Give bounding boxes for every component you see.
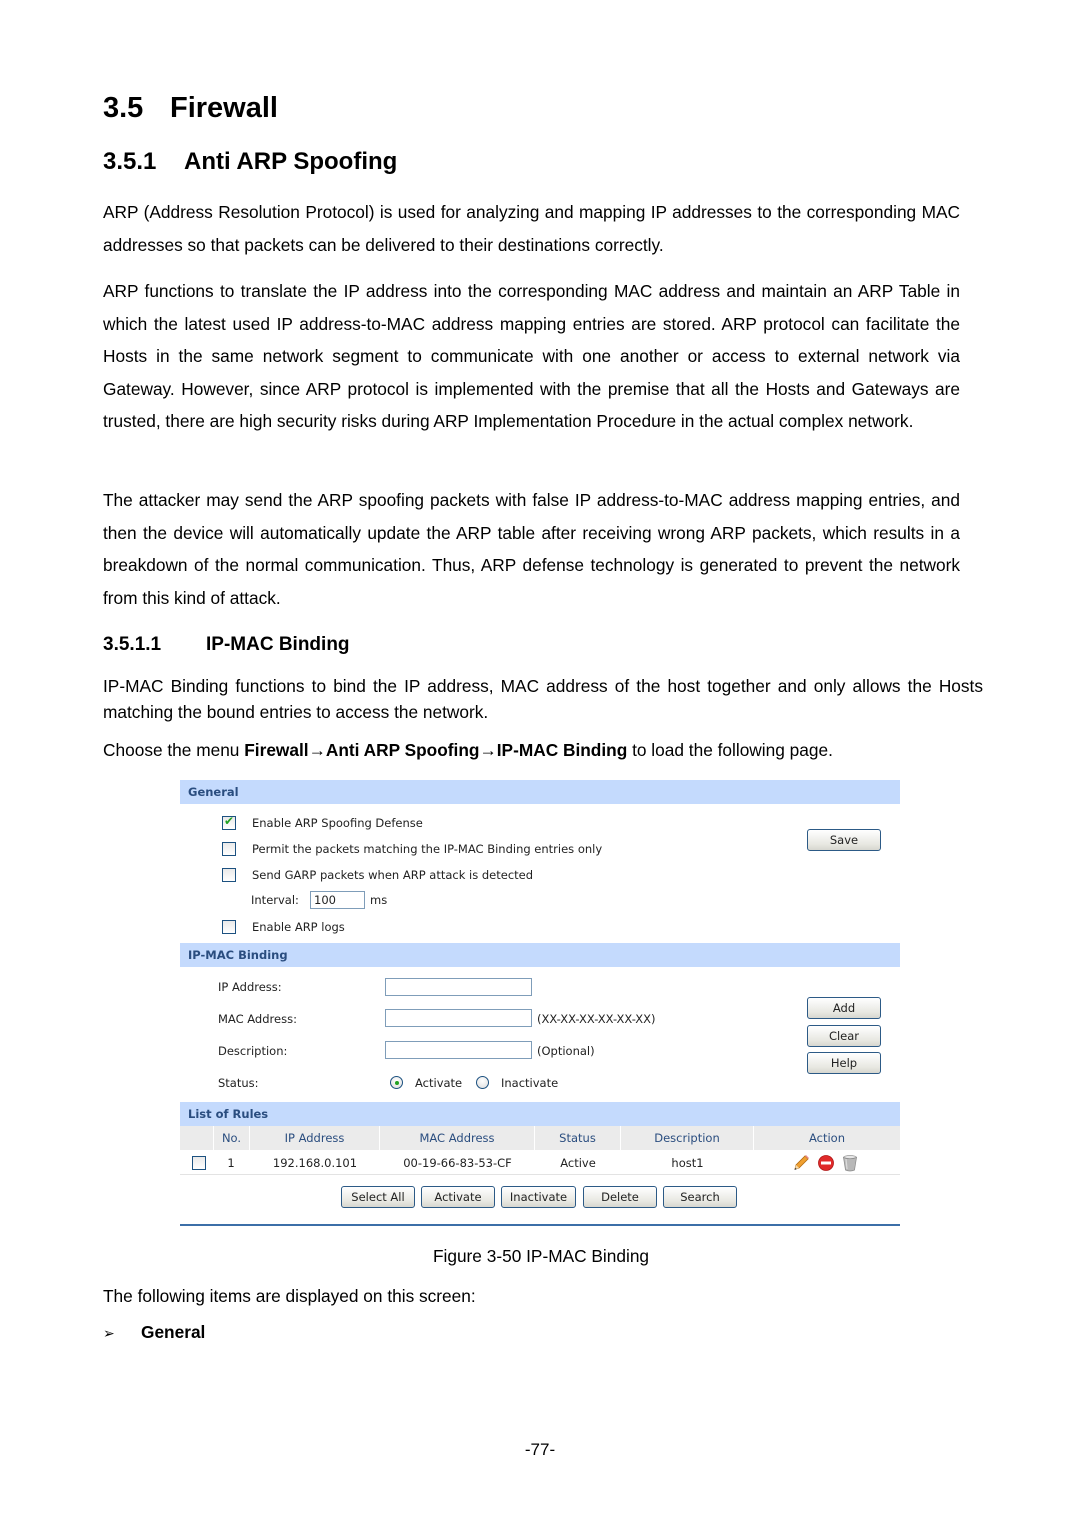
menu-path-suffix: to load the following page. bbox=[627, 740, 833, 760]
delete-trash-icon[interactable] bbox=[841, 1154, 859, 1172]
ip-address-input[interactable] bbox=[385, 978, 532, 996]
clear-button[interactable]: Clear bbox=[807, 1025, 881, 1047]
ipmac-binding-screen: General Enable ARP Spoofing Defense Perm… bbox=[180, 780, 900, 1226]
subsubsection-heading: 3.5.1.1 IP-MAC Binding bbox=[103, 634, 350, 656]
description-input[interactable] bbox=[385, 1041, 532, 1059]
add-button[interactable]: Add bbox=[807, 997, 881, 1019]
mac-format-hint: (XX-XX-XX-XX-XX-XX) bbox=[537, 1012, 656, 1026]
table-row: 1 192.168.0.101 00-19-66-83-53-CF Active… bbox=[180, 1151, 900, 1175]
status-inactivate-label: Inactivate bbox=[501, 1076, 559, 1090]
ip-address-label: IP Address: bbox=[218, 980, 282, 994]
menu-path: Firewall→Anti ARP Spoofing→IP-MAC Bindin… bbox=[244, 740, 628, 760]
delete-button[interactable]: Delete bbox=[583, 1186, 657, 1208]
mac-address-input[interactable] bbox=[385, 1009, 532, 1027]
row-select-checkbox[interactable] bbox=[192, 1156, 206, 1170]
column-header-select bbox=[180, 1126, 214, 1150]
column-header-no: No. bbox=[214, 1126, 250, 1150]
menu-path-prefix: Choose the menu bbox=[103, 740, 245, 760]
mac-address-label: MAC Address: bbox=[218, 1012, 297, 1026]
enable-arp-spoofing-defense-label: Enable ARP Spoofing Defense bbox=[252, 816, 423, 830]
edit-pencil-icon[interactable] bbox=[792, 1154, 810, 1172]
column-header-mac-address: MAC Address bbox=[380, 1126, 535, 1150]
section-heading: 3.5 Firewall bbox=[103, 92, 278, 125]
send-garp-checkbox[interactable] bbox=[222, 868, 236, 882]
figure-caption-text: Figure 3-50 IP-MAC Binding bbox=[432, 1246, 650, 1266]
section-number: 3.5 bbox=[103, 92, 144, 124]
row-description: host1 bbox=[671, 1156, 704, 1170]
help-button[interactable]: Help bbox=[807, 1052, 881, 1074]
select-all-button[interactable]: Select All bbox=[341, 1186, 415, 1208]
column-header-status: Status bbox=[535, 1126, 621, 1150]
enable-arp-spoofing-defense-checkbox[interactable] bbox=[222, 814, 236, 830]
rules-table-header: No. IP Address MAC Address Status Descri… bbox=[180, 1126, 900, 1150]
status-inactivate-radio[interactable] bbox=[476, 1076, 489, 1089]
row-no: 1 bbox=[227, 1156, 235, 1170]
status-activate-label: Activate bbox=[415, 1076, 463, 1090]
send-garp-label: Send GARP packets when ARP attack is det… bbox=[252, 868, 534, 882]
disable-icon[interactable] bbox=[817, 1154, 835, 1172]
column-header-description: Description bbox=[621, 1126, 754, 1150]
list-of-rules-section-header: List of Rules bbox=[180, 1102, 900, 1126]
page-number: -77- bbox=[524, 1440, 556, 1459]
inactivate-button[interactable]: Inactivate bbox=[501, 1186, 576, 1208]
enable-arp-logs-label: Enable ARP logs bbox=[252, 920, 345, 934]
bullet-label: General bbox=[141, 1322, 206, 1342]
row-mac-address: 00-19-66-83-53-CF bbox=[403, 1156, 512, 1170]
search-button[interactable]: Search bbox=[663, 1186, 737, 1208]
figure-caption: Figure 3-50 IP-MAC Binding bbox=[0, 1246, 1080, 1267]
paragraph-menu-path: Choose the menu Firewall→Anti ARP Spoofi… bbox=[103, 737, 983, 763]
panel-bottom-rule bbox=[180, 1224, 900, 1226]
description-optional-hint: (Optional) bbox=[537, 1044, 595, 1058]
status-activate-radio[interactable] bbox=[390, 1076, 403, 1089]
interval-input[interactable] bbox=[310, 891, 365, 909]
paragraph-ipmac-intro: IP-MAC Binding functions to bind the IP … bbox=[103, 676, 983, 722]
paragraph-arp-attack: The attacker may send the ARP spoofing p… bbox=[103, 490, 960, 608]
save-button[interactable]: Save bbox=[807, 829, 881, 851]
row-ip-address: 192.168.0.101 bbox=[272, 1156, 358, 1170]
subsection-title: Anti ARP Spoofing bbox=[184, 148, 398, 175]
general-section-header: General bbox=[180, 780, 900, 804]
paragraph-items-intro: The following items are displayed on thi… bbox=[103, 1286, 476, 1306]
subsection-heading: 3.5.1 Anti ARP Spoofing bbox=[103, 148, 397, 176]
status-label: Status: bbox=[218, 1076, 259, 1090]
subsubsection-number: 3.5.1.1 bbox=[103, 634, 162, 655]
activate-button[interactable]: Activate bbox=[421, 1186, 495, 1208]
interval-unit: ms bbox=[370, 893, 388, 907]
column-header-ip-address: IP Address bbox=[250, 1126, 380, 1150]
paragraph-arp-intro: ARP (Address Resolution Protocol) is use… bbox=[103, 202, 960, 255]
permit-bound-only-label: Permit the packets matching the IP-MAC B… bbox=[252, 842, 603, 856]
interval-label: Interval: bbox=[251, 893, 299, 907]
row-status: Active bbox=[560, 1156, 596, 1170]
subsection-number: 3.5.1 bbox=[103, 148, 157, 175]
description-label: Description: bbox=[218, 1044, 288, 1058]
section-title: Firewall bbox=[170, 92, 278, 124]
bullet-arrow-icon: ➢ bbox=[103, 1325, 115, 1341]
ipmac-binding-section-header: IP-MAC Binding bbox=[180, 943, 900, 967]
subsubsection-title: IP-MAC Binding bbox=[206, 634, 350, 655]
bullet-item-general: ➢ General bbox=[103, 1322, 205, 1343]
permit-bound-only-checkbox[interactable] bbox=[222, 842, 236, 856]
column-header-action: Action bbox=[808, 1131, 846, 1145]
paragraph-arp-functions: ARP functions to translate the IP addres… bbox=[103, 281, 960, 431]
enable-arp-logs-checkbox[interactable] bbox=[222, 920, 236, 934]
